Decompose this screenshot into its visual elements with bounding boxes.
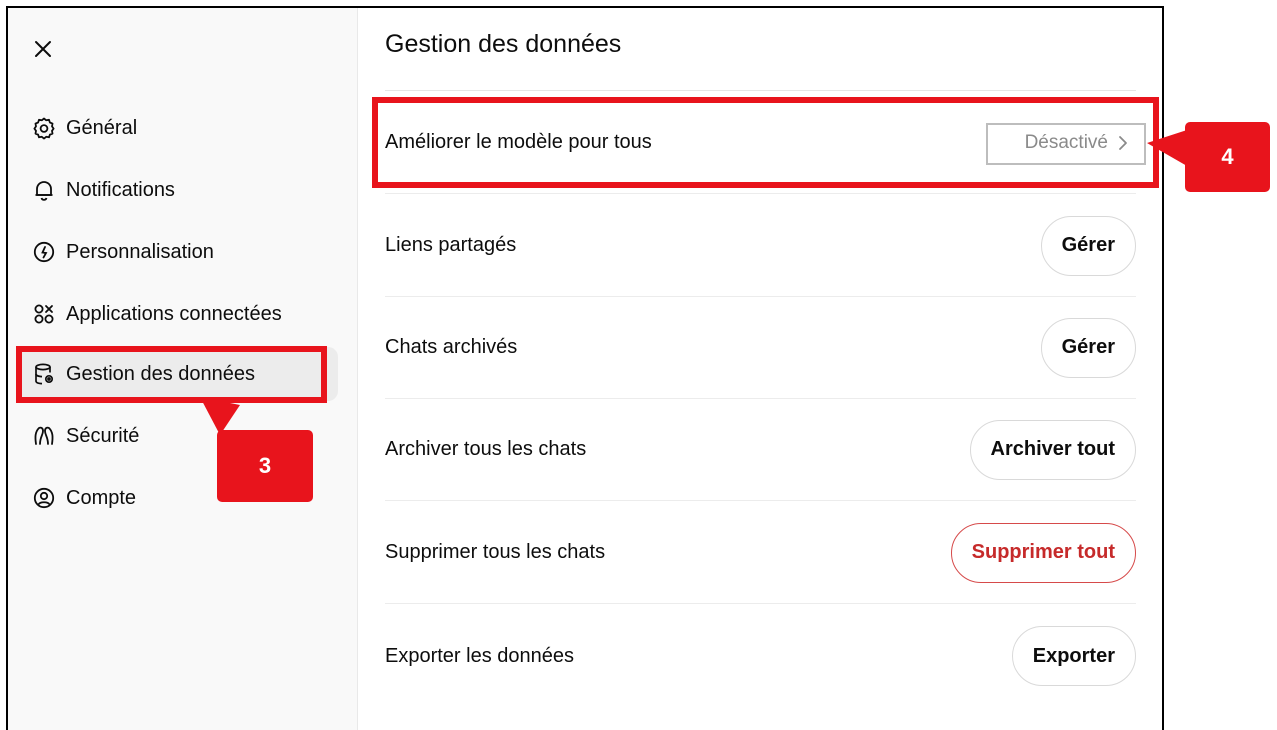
archive-all-button[interactable]: Archiver tout: [969, 419, 1136, 480]
sidebar-item-general[interactable]: Général: [18, 101, 338, 155]
settings-row-delete-all: Supprimer tous les chats Supprimer tout: [385, 502, 1136, 604]
sidebar-item-data-controls[interactable]: Gestion des données: [18, 347, 338, 401]
manage-shared-links-button[interactable]: Gérer: [1040, 215, 1136, 276]
close-button[interactable]: [28, 34, 58, 64]
sidebar-item-label: Sécurité: [66, 424, 140, 447]
settings-row-shared-links: Liens partagés Gérer: [385, 195, 1136, 297]
title-divider: [385, 90, 1136, 91]
sidebar-item-connected-apps[interactable]: Applications connectées: [18, 287, 338, 341]
row-label: Améliorer le modèle pour tous: [385, 131, 652, 153]
sidebar-item-personalization[interactable]: Personnalisation: [18, 225, 338, 279]
row-label: Exporter les données: [385, 644, 575, 667]
sidebar-item-label: Compte: [66, 486, 137, 509]
personalization-icon: [33, 241, 55, 263]
gear-icon: [33, 117, 55, 140]
settings-row-export: Exporter les données Exporter: [385, 605, 1136, 707]
delete-all-button[interactable]: Supprimer tout: [950, 522, 1136, 583]
account-icon: [33, 487, 55, 509]
manage-archived-chats-button[interactable]: Gérer: [1040, 317, 1136, 378]
sidebar-item-label: Personnalisation: [66, 240, 214, 263]
improve-model-toggle[interactable]: Désactivé: [1017, 126, 1136, 160]
security-icon: [34, 426, 54, 445]
sidebar-item-label: Général: [66, 116, 138, 139]
settings-row-improve-model: Améliorer le modèle pour tous Désactivé: [385, 92, 1136, 194]
page-title: Gestion des données: [385, 30, 622, 58]
sidebar-item-label: Gestion des données: [66, 362, 256, 385]
row-label: Archiver tous les chats: [385, 438, 587, 460]
annotation-badge-step-4: 4: [1185, 122, 1270, 192]
settings-panel: Gestion des données Améliorer le modèle …: [358, 8, 1162, 730]
close-icon: [35, 41, 51, 57]
bell-icon: [35, 181, 53, 201]
sidebar-item-notifications[interactable]: Notifications: [18, 163, 338, 217]
sidebar-item-label: Applications connectées: [66, 302, 282, 325]
toggle-value-text: Désactivé: [1024, 131, 1108, 153]
row-label: Supprimer tous les chats: [385, 541, 606, 563]
row-label: Chats archivés: [385, 336, 518, 358]
export-button[interactable]: Exporter: [1011, 626, 1136, 686]
settings-row-archived-chats: Chats archivés Gérer: [385, 297, 1136, 399]
annotation-badge-step-3: 3: [217, 430, 313, 502]
row-label: Liens partagés: [385, 234, 517, 256]
chevron-right-icon: [1119, 135, 1127, 150]
settings-row-archive-all: Archiver tous les chats Archiver tout: [385, 399, 1136, 501]
sidebar-item-label: Notifications: [66, 178, 175, 201]
apps-icon: [34, 304, 54, 324]
database-icon: [35, 363, 54, 385]
